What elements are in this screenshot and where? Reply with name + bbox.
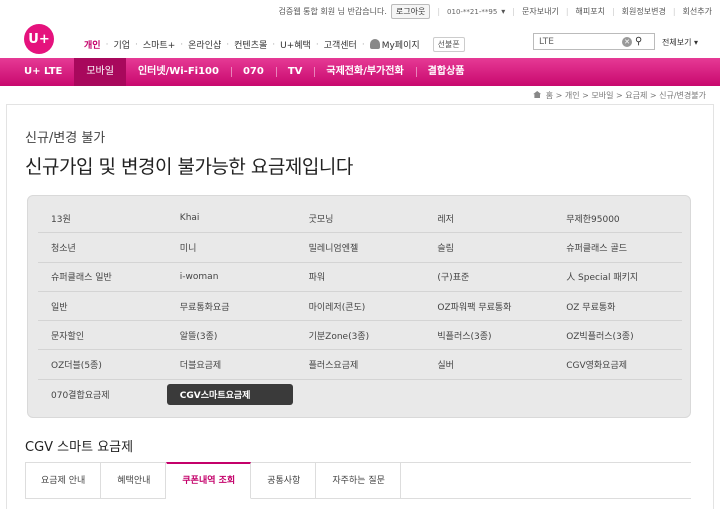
plan-link[interactable]: 미니 (167, 233, 296, 261)
logout-button[interactable]: 로그아웃 (390, 4, 431, 19)
plan-link[interactable]: (구)표준 (424, 263, 553, 291)
plan-link[interactable]: 실버 (424, 350, 553, 378)
main-nav-070[interactable]: 070 (230, 58, 276, 86)
plan-link[interactable]: 레저 (424, 204, 553, 232)
gnb-item-benefit[interactable]: U+혜택 (275, 38, 316, 51)
main-nav-bundle[interactable]: 결합상품 (415, 58, 477, 86)
tab-item[interactable]: 쿠폰내역 조회 (166, 462, 252, 499)
phone-number[interactable]: 010-**21-**95 (447, 8, 497, 16)
breadcrumb: 홈 > 개인 > 모바일 > 요금제 > 신규/변경불가 (533, 90, 706, 101)
main-nav: U+ LTE 모바일 인터넷/Wi-Fi100 070 TV 국제전화/부가전화… (0, 58, 720, 86)
plan-link[interactable]: OZ빅플러스(3종) (553, 321, 682, 349)
util-link-happy[interactable]: 해피포치 (576, 6, 605, 17)
plan-link[interactable]: 슬림 (424, 233, 553, 261)
plan-link[interactable]: 밀레니엄엔젤 (296, 233, 425, 261)
gnb-item-smart[interactable]: 스마트+ (138, 38, 180, 51)
utility-row: 검증웹 통합 회원 님 반갑습니다. 로그아웃 | 010-**21-**95 … (278, 4, 712, 19)
plan-link[interactable]: 마이레저(콘도) (296, 292, 425, 320)
plan-link[interactable]: CGV스마트요금제 (166, 383, 293, 405)
section-title: CGV 스마트 요금제 (25, 440, 134, 455)
plan-link[interactable]: 人 Special 패키지 (553, 263, 682, 291)
gnb-item-online-shop[interactable]: 온라인샵 (183, 38, 226, 51)
gnb-item-personal[interactable]: 개인 (79, 38, 106, 51)
global-nav: 개인 · 기업 · 스마트+ · 온라인샵 · 컨텐츠몰 · U+혜택 · 고객… (79, 37, 465, 52)
plan-link[interactable]: 슈퍼클래스 일반 (38, 263, 167, 291)
plan-link[interactable]: 빅플러스(3종) (424, 321, 553, 349)
plan-link[interactable]: 일반 (38, 292, 167, 320)
main-nav-intl-call[interactable]: 국제전화/부가전화 (314, 58, 415, 86)
plan-link[interactable]: OZ더블(5종) (38, 350, 167, 378)
phone-dropdown-icon[interactable]: ▾ (501, 7, 505, 16)
plan-link[interactable]: CGV영화요금제 (553, 350, 682, 378)
main-nav-tv[interactable]: TV (275, 58, 315, 86)
page-subtitle: 신규/변경 불가 (25, 131, 106, 146)
plan-cell-empty (296, 380, 425, 409)
search-icon[interactable]: ⚲ (635, 36, 642, 47)
utility-bar: 검증웹 통합 회원 님 반갑습니다. 로그아웃 | 010-**21-**95 … (0, 0, 720, 22)
tab-item[interactable]: 자주하는 질문 (316, 463, 401, 498)
plan-link[interactable]: 알뜰(3종) (167, 321, 296, 349)
tab-item[interactable]: 요금제 안내 (25, 463, 102, 498)
plan-row: 슈퍼클래스 일반 i-woman 파워 (구)표준 人 Special 패키지 (38, 263, 682, 292)
gnb-item-customer-center[interactable]: 고객센터 (319, 38, 362, 51)
plan-grid: 13원 Khai 굿모닝 레저 무제한95000 청소년 미니 밀레니엄엔젤 슬림 슈퍼클래스 골… (38, 204, 682, 409)
plan-cell-empty (553, 380, 682, 409)
plan-row: 13원 Khai 굿모닝 레저 무제한95000 (38, 204, 682, 234)
util-link-sms[interactable]: 문자보내기 (522, 6, 559, 17)
plan-row: 청소년 미니 밀레니엄엔젤 슬림 슈퍼클래스 골드 (38, 233, 682, 263)
page-title: 신규가입 및 변경이 불가능한 요금제입니다 (25, 156, 353, 178)
prepaid-badge[interactable]: 선불폰 (432, 37, 465, 52)
plan-link[interactable]: 굿모닝 (296, 204, 425, 232)
plan-link[interactable]: 슈퍼클래스 골드 (553, 233, 682, 261)
gnb-item-contents-mall[interactable]: 컨텐츠몰 (229, 38, 272, 51)
plan-link[interactable]: 13원 (38, 204, 167, 232)
tab-item[interactable]: 혜택안내 (101, 463, 167, 498)
tab-item[interactable]: 공통사항 (251, 463, 317, 498)
plan-link[interactable]: i-woman (167, 263, 296, 291)
plan-row: 문자할인 알뜰(3종) 기분Zone(3종) 빅플러스(3종) OZ빅플러스(3종) (38, 321, 682, 351)
plan-list-box: 13원 Khai 굿모닝 레저 무제한95000 청소년 미니 밀레니엄엔젤 슬림 슈퍼클래스 골… (27, 195, 691, 418)
plan-link[interactable]: Khai (167, 204, 296, 232)
main-nav-lte[interactable]: U+ LTE (12, 58, 74, 86)
util-link-add-line[interactable]: 회선추가 (683, 6, 712, 17)
greeting-text: 검증웹 통합 회원 님 반갑습니다. (278, 7, 387, 16)
search-input[interactable] (534, 36, 622, 47)
search-box: ✕ ⚲ (533, 33, 655, 50)
plan-link[interactable]: 청소년 (38, 233, 167, 261)
plan-link[interactable]: 무료통화요금 (167, 292, 296, 320)
main-nav-internet[interactable]: 인터넷/Wi-Fi100 (126, 58, 231, 86)
tab-row: 요금제 안내 혜택안내 쿠폰내역 조회 공통사항 자주하는 질문 (25, 462, 691, 499)
plan-link[interactable]: 기분Zone(3종) (296, 321, 425, 349)
home-icon[interactable] (533, 91, 542, 98)
uplus-logo[interactable]: U+ (24, 24, 54, 54)
plan-row: 070결합요금제 CGV스마트요금제 (38, 380, 682, 409)
full-view-link[interactable]: 전체보기 ▾ (662, 37, 698, 48)
plan-link[interactable]: OZ 무료통화 (553, 292, 682, 320)
plan-link[interactable]: 더블요금제 (167, 350, 296, 378)
tab-bar: 요금제 안내 혜택안내 쿠폰내역 조회 공통사항 자주하는 질문 (25, 462, 691, 509)
plan-link[interactable]: 파워 (296, 263, 425, 291)
plan-row: 일반 무료통화요금 마이레저(콘도) OZ파워팩 무료통화 OZ 무료통화 (38, 292, 682, 322)
person-icon (369, 39, 380, 49)
plan-link[interactable]: OZ파워팩 무료통화 (424, 292, 553, 320)
main-nav-mobile[interactable]: 모바일 (74, 58, 126, 86)
plan-link[interactable]: 플러스요금제 (296, 350, 425, 378)
plan-row: OZ더블(5종) 더블요금제 플러스요금제 실버 CGV영화요금제 (38, 350, 682, 380)
plan-cell-empty (424, 380, 553, 409)
mypage-label: My페이지 (381, 41, 420, 51)
plan-link[interactable]: 문자할인 (38, 321, 167, 349)
util-link-member-info[interactable]: 회원정보변경 (622, 6, 666, 17)
clear-icon[interactable]: ✕ (622, 36, 632, 47)
gnb-item-mypage[interactable]: My페이지 (365, 38, 425, 51)
plan-link[interactable]: 070결합요금제 (38, 380, 167, 409)
gnb-item-business[interactable]: 기업 (108, 38, 135, 51)
plan-link[interactable]: 무제한95000 (553, 204, 682, 232)
